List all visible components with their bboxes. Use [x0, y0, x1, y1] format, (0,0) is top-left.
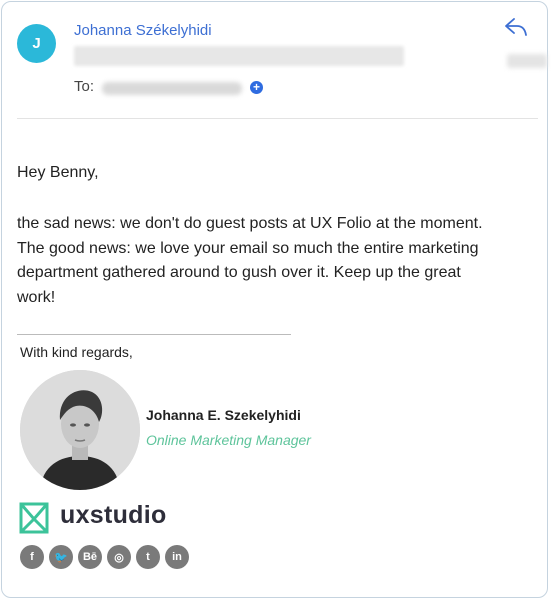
behance-icon[interactable]: Bē	[78, 545, 102, 569]
plus-circle-icon[interactable]: +	[250, 81, 263, 94]
body-line: work!	[17, 288, 56, 306]
signature-closing: With kind regards,	[20, 344, 133, 360]
body-line: department gathered around to gush over …	[17, 264, 461, 281]
uxstudio-logo-icon[interactable]	[19, 502, 49, 534]
linkedin-icon[interactable]: in	[165, 545, 189, 569]
date-placeholder	[507, 54, 547, 68]
signature-name: Johanna E. Szekelyhidi	[146, 407, 301, 423]
body-line: The good news: we love your email so muc…	[17, 239, 479, 257]
twitter-icon[interactable]: 🐦	[49, 545, 73, 569]
facebook-icon[interactable]: f	[20, 545, 44, 569]
reply-arrow-icon[interactable]	[504, 16, 528, 38]
header-divider	[17, 118, 538, 119]
email-card: J Johanna Székelyhidi To: + Hey Benny, t…	[1, 1, 548, 598]
dribbble-icon[interactable]: ◎	[107, 545, 131, 569]
to-label: To:	[74, 78, 95, 95]
subject-placeholder	[74, 46, 404, 66]
recipient-chip[interactable]	[102, 82, 242, 95]
tumblr-icon[interactable]: t	[136, 545, 160, 569]
portrait-image	[20, 370, 140, 490]
signature-divider	[17, 334, 291, 335]
signature-photo	[20, 370, 140, 490]
body-line: the sad news: we don't do guest posts at…	[17, 215, 483, 232]
sender-avatar[interactable]: J	[17, 24, 56, 63]
greeting: Hey Benny,	[17, 164, 99, 181]
sender-name[interactable]: Johanna Székelyhidi	[74, 22, 212, 39]
message-body: the sad news: we don't do guest posts at…	[17, 212, 542, 310]
social-links: f 🐦 Bē ◎ t in	[20, 545, 189, 569]
signature-role: Online Marketing Manager	[146, 432, 311, 448]
company-logo-text[interactable]: uxstudio	[60, 501, 167, 530]
